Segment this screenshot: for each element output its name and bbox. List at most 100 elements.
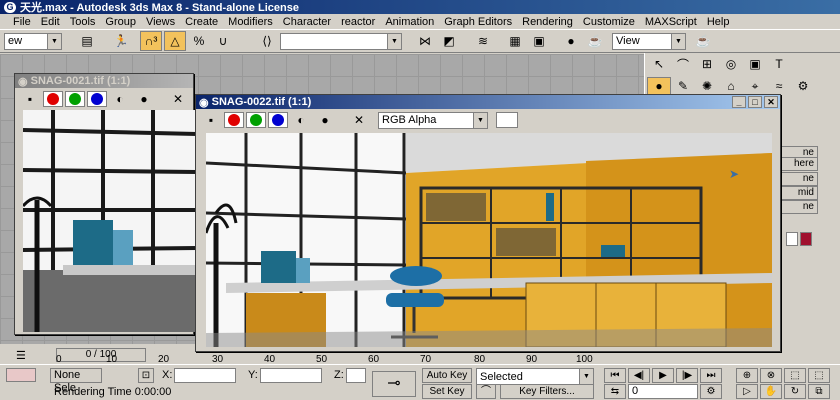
blue-channel-button[interactable] [268, 112, 288, 128]
frame-buffer-window-snag-0021[interactable]: ◉ SNAG-0021.tif (1:1) ▪ ◐ ● ✕ [14, 73, 198, 335]
systems-icon[interactable]: ⚙ [791, 77, 815, 95]
maxscript-listener-mini[interactable] [6, 368, 36, 382]
clear-icon[interactable]: ✕ [167, 89, 189, 109]
menu-help[interactable]: Help [702, 16, 735, 28]
set-key-button[interactable]: Set Key [422, 384, 472, 399]
menu-edit[interactable]: Edit [36, 16, 65, 28]
zoom-extents-all-icon[interactable]: ⬚ [808, 368, 830, 383]
default-tangent-icon[interactable]: ⌒ [476, 384, 496, 399]
create-tab-icon[interactable]: ↖ [647, 55, 671, 73]
menu-create[interactable]: Create [180, 16, 223, 28]
window-titlebar[interactable]: ◉ SNAG-0021.tif (1:1) [15, 74, 193, 88]
motion-tab-icon[interactable]: ◎ [719, 55, 743, 73]
shapes-icon[interactable]: ✎ [671, 77, 695, 95]
material-editor-icon[interactable]: ● [560, 31, 582, 51]
menu-group[interactable]: Group [100, 16, 141, 28]
command-button[interactable]: mid [778, 186, 818, 200]
key-mode-combo[interactable]: Selected ▼ [476, 368, 594, 385]
chevron-down-icon[interactable]: ▼ [579, 369, 593, 384]
frame-buffer-window-snag-0022[interactable]: ◉ SNAG-0022.tif (1:1) _ □ ✕ ▪ ◐ ● ✕ RGB … [195, 94, 781, 352]
helpers-icon[interactable]: ⌖ [743, 77, 767, 95]
lights-icon[interactable]: ✺ [695, 77, 719, 95]
named-selection-combo[interactable]: ▼ [280, 32, 402, 50]
chevron-down-icon[interactable]: ▼ [47, 33, 61, 49]
render-teapot-icon[interactable]: ☕ [584, 31, 606, 51]
save-icon[interactable]: ▪ [19, 89, 41, 109]
window-titlebar[interactable]: ◉ SNAG-0022.tif (1:1) _ □ ✕ [196, 95, 780, 109]
field-of-view-icon[interactable]: ▷ [736, 384, 758, 399]
modify-tab-icon[interactable]: ⌒ [671, 55, 695, 73]
save-icon[interactable]: ▪ [200, 110, 222, 130]
utilities-tab-icon[interactable]: T [767, 55, 791, 73]
display-tab-icon[interactable]: ▣ [743, 55, 767, 73]
percent-snap-icon[interactable]: % [188, 31, 210, 51]
snap-3d-icon[interactable]: ∩³ [140, 31, 162, 51]
schematic-view-icon[interactable]: ▦ [504, 31, 526, 51]
command-button[interactable]: here [778, 157, 818, 171]
x-coordinate-input[interactable] [174, 368, 236, 383]
menu-tools[interactable]: Tools [65, 16, 101, 28]
alpha-icon[interactable]: ◐ [290, 110, 312, 130]
mono-icon[interactable]: ● [133, 89, 155, 109]
menu-views[interactable]: Views [141, 16, 180, 28]
chevron-down-icon[interactable]: ▼ [387, 33, 401, 49]
key-mode-toggle-icon[interactable]: ⇆ [604, 384, 626, 399]
menu-modifiers[interactable]: Modifiers [223, 16, 278, 28]
alpha-icon[interactable]: ◐ [109, 89, 131, 109]
app-titlebar[interactable]: G 天光.max - Autodesk 3ds Max 8 - Stand-al… [0, 0, 840, 14]
spacewarps-icon[interactable]: ≈ [767, 77, 791, 95]
color-swatch-white[interactable] [786, 232, 798, 246]
go-to-start-icon[interactable]: ⏮ [604, 368, 626, 383]
menu-graph-editors[interactable]: Graph Editors [439, 16, 517, 28]
color-swatch-object[interactable] [800, 232, 812, 246]
pan-icon[interactable]: ✋ [760, 384, 782, 399]
previous-frame-icon[interactable]: ◀| [628, 368, 650, 383]
mirror-icon[interactable]: ⋈ [414, 31, 436, 51]
time-configuration-icon[interactable]: ⚙ [700, 384, 722, 399]
menu-character[interactable]: Character [278, 16, 336, 28]
quick-render-teapot-icon[interactable]: ☕ [692, 31, 714, 51]
lock-selection-icon[interactable]: ⊡ [138, 368, 154, 383]
y-coordinate-input[interactable] [260, 368, 322, 383]
blue-channel-button[interactable] [87, 91, 107, 107]
zoom-icon[interactable]: ⊕ [736, 368, 758, 383]
close-icon[interactable]: ✕ [764, 96, 778, 108]
menu-rendering[interactable]: Rendering [517, 16, 578, 28]
maximize-viewport-icon[interactable]: ⧉ [808, 384, 830, 399]
menu-animation[interactable]: Animation [380, 16, 439, 28]
menu-customize[interactable]: Customize [578, 16, 640, 28]
color-swatch[interactable] [496, 112, 518, 128]
key-filters-button[interactable]: Key Filters... [500, 384, 594, 399]
z-coordinate-input[interactable] [346, 368, 366, 383]
play-icon[interactable]: ▶ [652, 368, 674, 383]
red-channel-button[interactable] [224, 112, 244, 128]
red-channel-button[interactable] [43, 91, 63, 107]
arc-rotate-icon[interactable]: ↻ [784, 384, 806, 399]
track-bar-toggle-icon[interactable]: ☰ [16, 349, 26, 362]
align-icon[interactable]: ◩ [438, 31, 460, 51]
menu-maxscript[interactable]: MAXScript [640, 16, 702, 28]
chevron-down-icon[interactable]: ▼ [473, 112, 487, 128]
command-button[interactable]: ne [778, 172, 818, 186]
chevron-down-icon[interactable]: ▼ [671, 33, 685, 49]
character-walk-icon[interactable]: 🏃 [110, 31, 132, 51]
cameras-icon[interactable]: ⌂ [719, 77, 743, 95]
command-button[interactable]: ne [778, 200, 818, 214]
zoom-all-icon[interactable]: ⊗ [760, 368, 782, 383]
set-key-icon[interactable]: ⊸ [372, 371, 416, 397]
channel-combo[interactable]: RGB Alpha ▼ [378, 111, 488, 129]
green-channel-button[interactable] [65, 91, 85, 107]
selection-filter-combo[interactable]: ew ▼ [4, 32, 62, 50]
next-frame-icon[interactable]: |▶ [676, 368, 698, 383]
curve-editor-icon[interactable]: ▣ [528, 31, 550, 51]
zoom-extents-icon[interactable]: ⬚ [784, 368, 806, 383]
current-frame-input[interactable]: 0 [628, 384, 698, 399]
named-selection-abc-icon[interactable]: ⟨⟩ [256, 31, 278, 51]
mono-icon[interactable]: ● [314, 110, 336, 130]
green-channel-button[interactable] [246, 112, 266, 128]
layers-icon[interactable]: ≋ [472, 31, 494, 51]
minimize-icon[interactable]: _ [732, 96, 746, 108]
select-by-name-icon[interactable]: ▤ [76, 31, 98, 51]
spinner-snap-icon[interactable]: ∪ [212, 31, 234, 51]
menu-reactor[interactable]: reactor [336, 16, 380, 28]
